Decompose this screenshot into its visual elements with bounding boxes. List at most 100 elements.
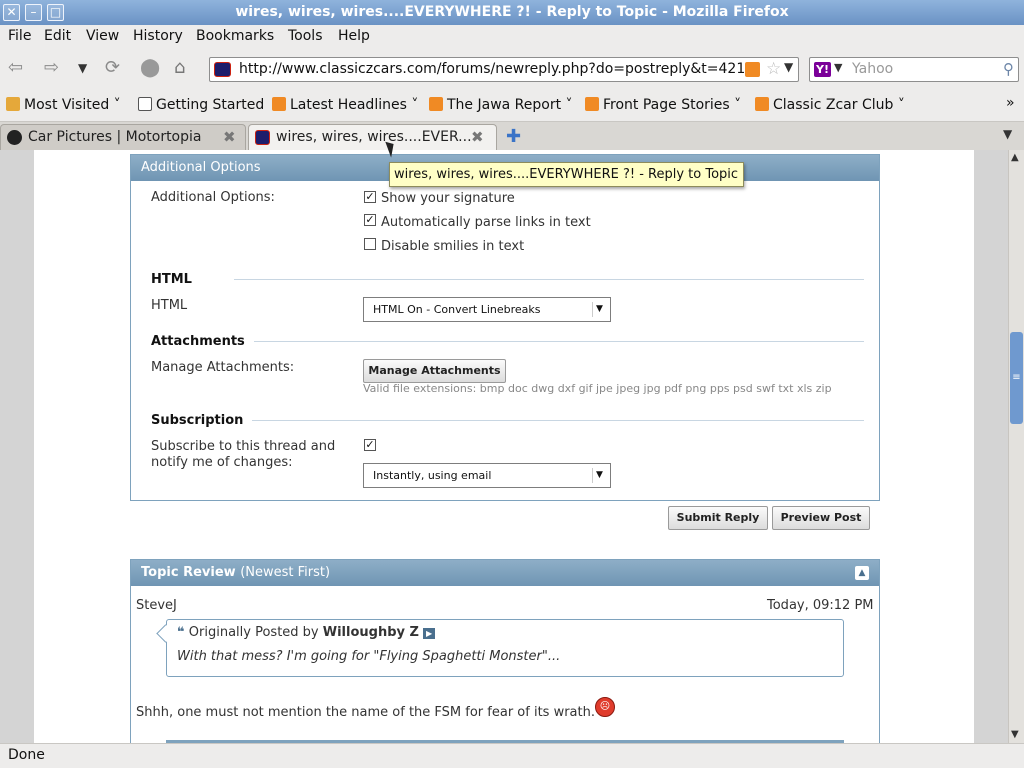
angry-smiley-icon: ☹ bbox=[595, 697, 615, 717]
quote-text: With that mess? I'm going for "Flying Sp… bbox=[177, 649, 561, 664]
menu-file[interactable]: File bbox=[8, 28, 31, 44]
url-text[interactable]: http://www.classiczcars.com/forums/newre… bbox=[239, 61, 751, 77]
window-title-bar: ✕ – □ wires, wires, wires....EVERYWHERE … bbox=[0, 0, 1024, 25]
tab-close-icon[interactable]: ✖ bbox=[471, 128, 484, 146]
bookmark-label: The Jawa Report bbox=[447, 97, 562, 113]
menu-view[interactable]: View bbox=[86, 28, 119, 44]
window-title: wires, wires, wires....EVERYWHERE ?! - R… bbox=[235, 4, 789, 20]
bookmark-classic-zcar-club[interactable]: Classic Zcar Club ˅ bbox=[755, 97, 905, 113]
topic-review-title: Topic Review bbox=[141, 565, 236, 580]
status-text: Done bbox=[8, 747, 45, 763]
page-icon bbox=[138, 97, 152, 111]
scrollbar-thumb[interactable]: ≡ bbox=[1010, 332, 1023, 424]
parse-links-checkbox[interactable]: ✓ bbox=[364, 214, 376, 226]
subscription-section-title: Subscription bbox=[151, 413, 244, 428]
bookmark-label: Classic Zcar Club bbox=[773, 97, 894, 113]
submit-reply-button[interactable]: Submit Reply bbox=[668, 506, 768, 530]
search-placeholder: Yahoo bbox=[852, 61, 894, 77]
menu-tools[interactable]: Tools bbox=[288, 28, 323, 44]
home-icon[interactable]: ⌂ bbox=[174, 58, 185, 78]
show-signature-label: Show your signature bbox=[381, 191, 515, 206]
additional-options-label: Additional Options: bbox=[151, 190, 275, 205]
rss-icon bbox=[585, 97, 599, 111]
bookmarks-toolbar: Most Visited ˅ Getting Started Latest He… bbox=[0, 88, 1024, 122]
menu-help[interactable]: Help bbox=[338, 28, 370, 44]
subscribe-checkbox[interactable]: ✓ bbox=[364, 439, 376, 451]
url-dropdown-icon[interactable]: ▼ bbox=[784, 60, 793, 74]
view-post-icon[interactable]: ▶ bbox=[423, 628, 436, 639]
quote-header: ❝ Originally Posted by Willoughby Z ▶ bbox=[177, 625, 436, 640]
yahoo-engine-icon[interactable]: Y! bbox=[814, 62, 831, 77]
disable-smilies-checkbox[interactable] bbox=[364, 238, 376, 250]
menu-bar: File Edit View History Bookmarks Tools H… bbox=[0, 25, 1024, 50]
scroll-down-icon[interactable]: ▼ bbox=[1011, 729, 1019, 740]
quote-prefix: Originally Posted by bbox=[188, 625, 319, 640]
html-label: HTML bbox=[151, 298, 188, 313]
post-body: Shhh, one must not mention the name of t… bbox=[136, 705, 595, 720]
quote-icon: ❝ bbox=[177, 625, 185, 640]
page-viewport: Additional Options Additional Options: ✓… bbox=[0, 150, 1008, 743]
bookmark-label: Latest Headlines bbox=[290, 97, 407, 113]
search-engine-dropdown-icon[interactable]: ▼ bbox=[834, 61, 842, 74]
bookmark-label: Getting Started bbox=[156, 97, 265, 113]
status-bar: Done bbox=[0, 743, 1024, 768]
bookmark-most-visited[interactable]: Most Visited ˅ bbox=[6, 97, 121, 113]
subscribe-label-line-2: notify me of changes: bbox=[151, 455, 293, 470]
show-signature-checkbox[interactable]: ✓ bbox=[364, 191, 376, 203]
history-dropdown-icon[interactable]: ▼ bbox=[78, 58, 87, 78]
reload-icon[interactable]: ⟳ bbox=[105, 58, 120, 78]
subscription-mode-value: Instantly, using email bbox=[373, 469, 492, 482]
chevron-down-icon: ▼ bbox=[592, 468, 606, 483]
post-timestamp: Today, 09:12 PM bbox=[767, 598, 874, 613]
preview-post-button[interactable]: Preview Post bbox=[772, 506, 870, 530]
menu-history[interactable]: History bbox=[133, 28, 183, 44]
search-icon[interactable]: ⚲ bbox=[1003, 60, 1014, 78]
stop-icon[interactable]: ⬤ bbox=[140, 58, 160, 78]
bookmark-front-page-stories[interactable]: Front Page Stories ˅ bbox=[585, 97, 741, 113]
tab-list-dropdown-icon[interactable]: ▼ bbox=[1003, 127, 1012, 141]
back-icon[interactable]: ⇦ bbox=[8, 58, 23, 78]
bookmark-jawa-report[interactable]: The Jawa Report ˅ bbox=[429, 97, 573, 113]
menu-edit[interactable]: Edit bbox=[44, 28, 71, 44]
bookmark-getting-started[interactable]: Getting Started bbox=[138, 97, 264, 113]
manage-attachments-button[interactable]: Manage Attachments bbox=[363, 359, 506, 383]
scroll-up-icon[interactable]: ▲ bbox=[1011, 152, 1019, 163]
html-mode-select[interactable]: HTML On - Convert Linebreaks ▼ bbox=[363, 297, 611, 322]
forward-icon[interactable]: ⇨ bbox=[44, 58, 59, 78]
bookmark-star-icon[interactable]: ☆ bbox=[766, 59, 781, 79]
quote-author: Willoughby Z bbox=[322, 625, 419, 640]
forum-page: Additional Options Additional Options: ✓… bbox=[34, 150, 974, 743]
bookmark-label: Most Visited bbox=[24, 97, 110, 113]
chevron-down-icon: ▼ bbox=[592, 302, 606, 317]
tab-car-pictures[interactable]: Car Pictures | Motortopia ✖ bbox=[0, 124, 246, 150]
section-divider bbox=[252, 420, 864, 421]
tab-wires[interactable]: wires, wires, wires....EVER... ✖ bbox=[248, 124, 497, 150]
topic-review-subtitle: (Newest First) bbox=[240, 565, 331, 580]
tab-bar: Car Pictures | Motortopia ✖ wires, wires… bbox=[0, 122, 1024, 150]
post-author: SteveJ bbox=[136, 598, 177, 613]
subscription-mode-select[interactable]: Instantly, using email ▼ bbox=[363, 463, 611, 488]
rss-icon bbox=[755, 97, 769, 111]
quote-box: ❝ Originally Posted by Willoughby Z ▶ Wi… bbox=[166, 619, 844, 677]
classiczcars-favicon-icon bbox=[255, 130, 270, 145]
collapse-icon[interactable]: ▲ bbox=[855, 566, 869, 580]
menu-bookmarks[interactable]: Bookmarks bbox=[196, 28, 274, 44]
url-bar[interactable]: http://www.classiczcars.com/forums/newre… bbox=[209, 57, 799, 82]
search-box[interactable]: Y! ▼ Yahoo ⚲ bbox=[809, 57, 1019, 82]
rss-feed-icon[interactable] bbox=[745, 62, 760, 77]
bookmarks-overflow-icon[interactable]: » bbox=[1006, 95, 1015, 111]
bookmark-label: Front Page Stories bbox=[603, 97, 730, 113]
vertical-scrollbar[interactable]: ▲ ≡ ▼ bbox=[1008, 150, 1024, 743]
section-divider bbox=[234, 279, 864, 280]
rss-icon bbox=[429, 97, 443, 111]
navigation-toolbar: ⇦ ⇨ ▼ ⟳ ⬤ ⌂ http://www.classiczcars.com/… bbox=[0, 50, 1024, 88]
attachments-section-title: Attachments bbox=[151, 334, 245, 349]
disable-smilies-label: Disable smilies in text bbox=[381, 239, 525, 254]
bookmark-latest-headlines[interactable]: Latest Headlines ˅ bbox=[272, 97, 418, 113]
manage-attachments-label: Manage Attachments: bbox=[151, 360, 295, 375]
subscribe-label-line-1: Subscribe to this thread and bbox=[151, 439, 336, 454]
section-divider bbox=[254, 341, 864, 342]
tab-close-icon[interactable]: ✖ bbox=[223, 128, 236, 146]
parse-links-label: Automatically parse links in text bbox=[381, 215, 591, 230]
new-tab-icon[interactable]: ✚ bbox=[506, 126, 521, 147]
